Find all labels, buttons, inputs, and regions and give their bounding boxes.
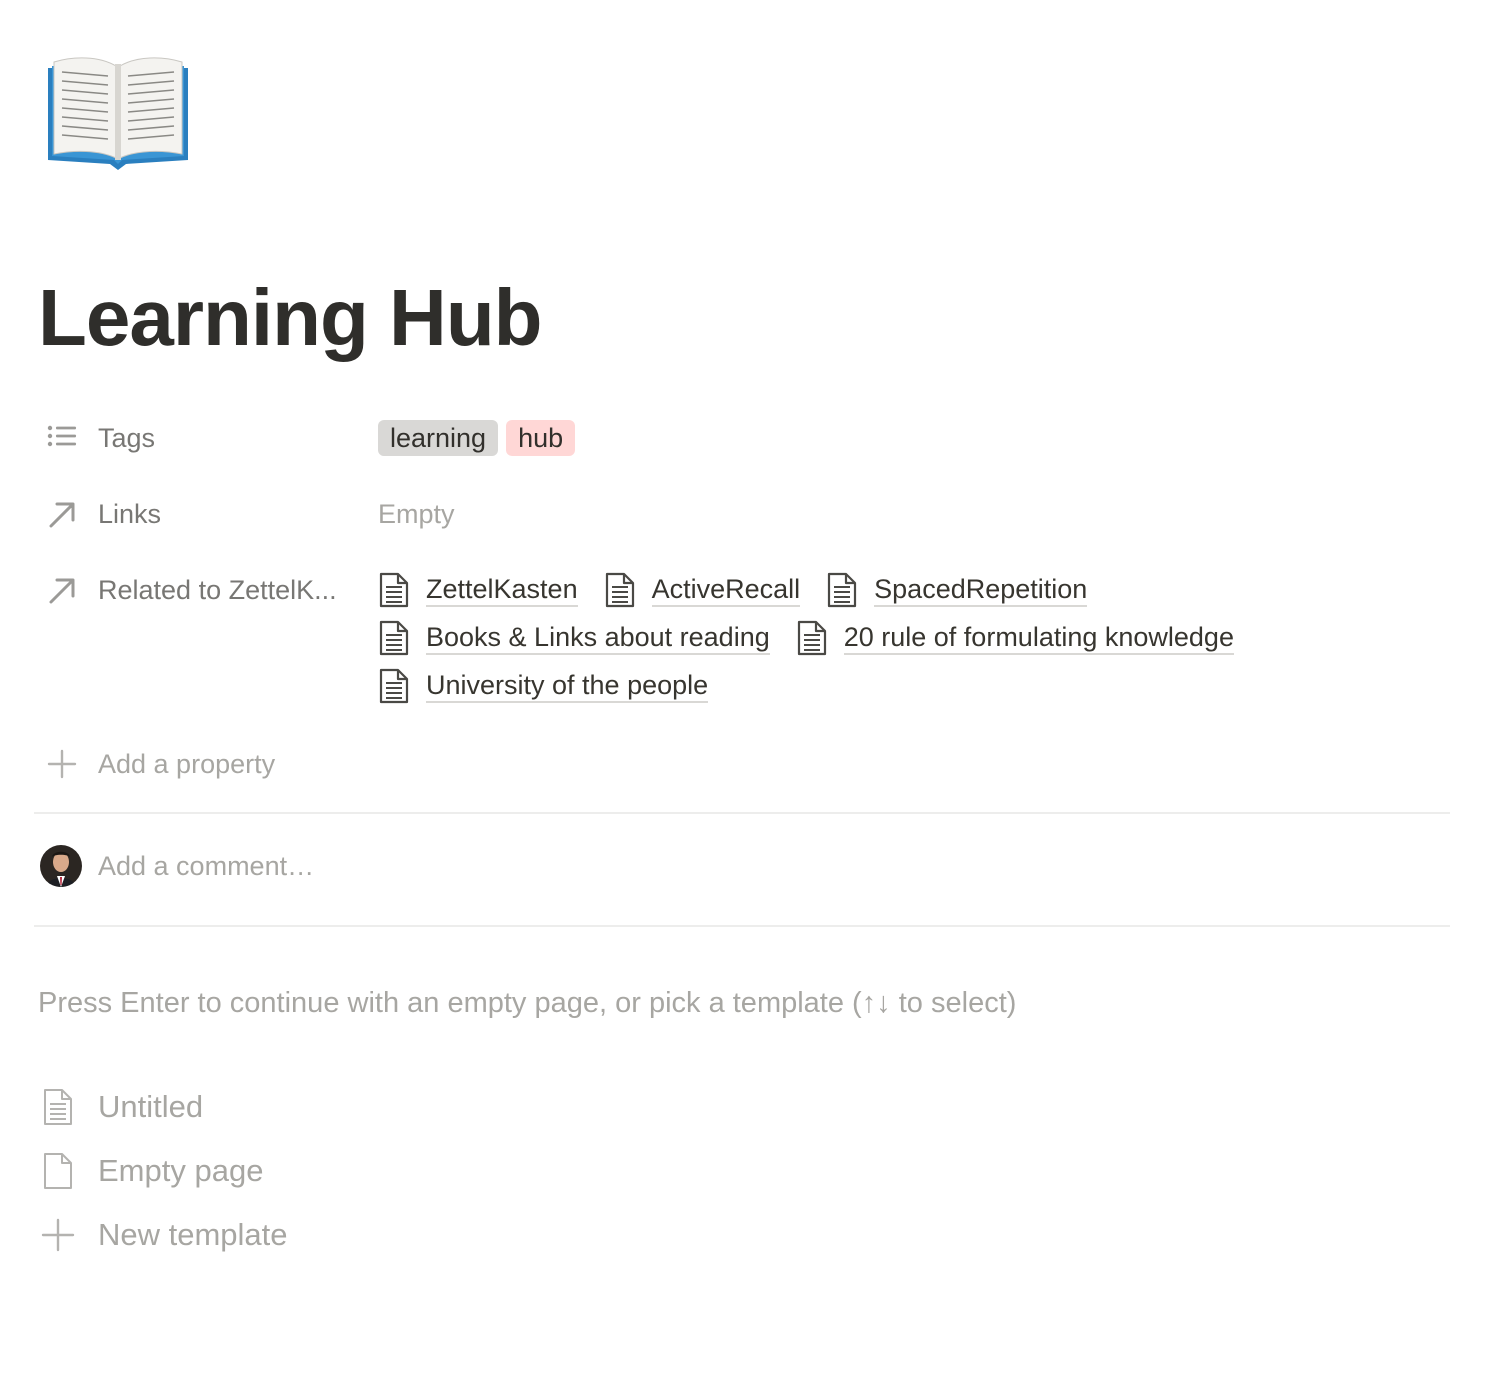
avatar xyxy=(40,845,82,887)
arrow-up-right-icon xyxy=(44,496,80,532)
property-label-links: Links xyxy=(98,499,162,529)
tag-hub[interactable]: hub xyxy=(506,420,576,456)
divider xyxy=(34,812,1450,814)
new-template-button[interactable]: New template xyxy=(40,1211,440,1259)
related-page-link[interactable]: ZettelKasten xyxy=(378,572,578,608)
related-page-title: University of the people xyxy=(426,669,709,703)
template-empty-page[interactable]: Empty page xyxy=(40,1147,440,1195)
template-label: Empty page xyxy=(98,1153,264,1188)
related-page-link[interactable]: Books & Links about reading xyxy=(378,620,770,656)
template-label: New template xyxy=(98,1217,288,1252)
related-page-link[interactable]: 20 rule of formulating knowledge xyxy=(796,620,1234,656)
document-icon xyxy=(379,620,409,656)
related-page-title: Books & Links about reading xyxy=(426,621,770,655)
related-page-title: ActiveRecall xyxy=(651,573,801,607)
document-icon xyxy=(379,668,409,704)
document-icon xyxy=(379,572,409,608)
add-property-label: Add a property xyxy=(98,749,276,779)
related-page-link[interactable]: ActiveRecall xyxy=(604,572,801,608)
document-lines-icon xyxy=(40,1087,76,1127)
page-title[interactable]: Learning Hub xyxy=(38,268,543,368)
open-book-icon[interactable] xyxy=(44,52,192,172)
document-icon xyxy=(797,620,826,656)
document-icon xyxy=(828,572,857,608)
related-page-title: ZettelKasten xyxy=(426,573,578,607)
plus-icon xyxy=(40,1215,76,1255)
comment-input[interactable] xyxy=(98,846,898,886)
related-page-title: 20 rule of formulating knowledge xyxy=(843,621,1234,655)
plus-icon xyxy=(44,746,80,782)
property-tags[interactable]: Tags learning hub xyxy=(44,416,1444,460)
property-label-tags: Tags xyxy=(98,423,156,453)
template-label: Untitled xyxy=(98,1089,204,1124)
add-property-button[interactable]: Add a property xyxy=(44,742,444,786)
list-icon xyxy=(44,420,80,456)
related-items-line-1: ZettelKasten ActiveRecall SpacedRepetiti… xyxy=(378,568,1113,612)
property-label-related: Related to ZettelK... xyxy=(98,575,337,605)
related-page-link[interactable]: University of the people xyxy=(378,668,709,704)
related-page-link[interactable]: SpacedRepetition xyxy=(826,572,1088,608)
divider xyxy=(34,925,1450,927)
property-links[interactable]: Links Empty xyxy=(44,492,1444,536)
document-icon xyxy=(605,572,634,608)
related-items-line-2: Books & Links about reading 20 rule of f… xyxy=(378,616,1260,660)
arrow-up-right-icon xyxy=(44,572,80,608)
document-blank-icon xyxy=(40,1151,76,1191)
template-hint-text: Press Enter to continue with an empty pa… xyxy=(38,987,1017,1019)
property-related[interactable]: Related to ZettelK... xyxy=(44,568,364,612)
related-items-line-3: University of the people xyxy=(378,664,734,708)
links-empty-value[interactable]: Empty xyxy=(378,492,455,536)
related-page-title: SpacedRepetition xyxy=(874,573,1088,607)
tag-learning[interactable]: learning xyxy=(378,420,499,456)
template-untitled[interactable]: Untitled xyxy=(40,1083,440,1131)
